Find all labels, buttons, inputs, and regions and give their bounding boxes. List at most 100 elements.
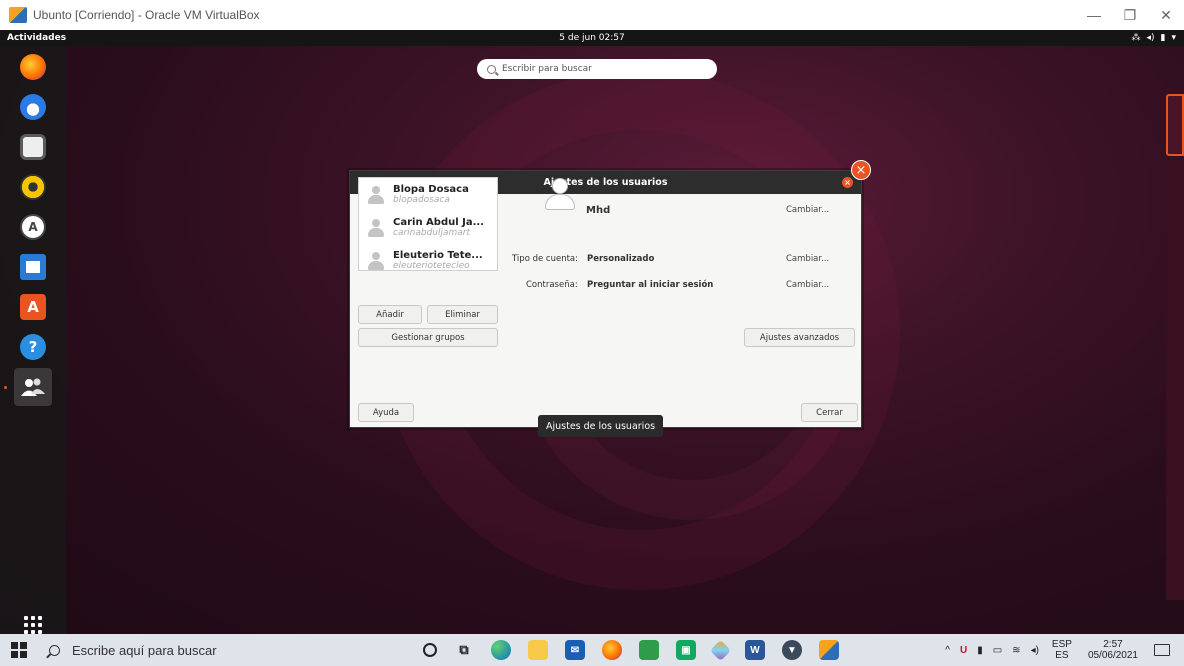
advanced-settings-button[interactable]: Ajustes avanzados: [744, 328, 855, 347]
windows-start-icon[interactable]: [11, 642, 27, 658]
users-settings-dialog: Ajustes de los usuarios × Blopa Dosaca b…: [349, 170, 862, 428]
manage-groups-button[interactable]: Gestionar grupos: [358, 328, 498, 347]
firefox-icon: [20, 54, 46, 80]
battery-icon[interactable]: ▮: [1161, 33, 1166, 43]
virtualbox-icon[interactable]: [819, 640, 839, 660]
close-window-button[interactable]: ✕: [1148, 7, 1184, 24]
clock-date: 05/06/2021: [1087, 650, 1138, 661]
dock-rhythmbox[interactable]: [14, 168, 52, 206]
gnome-top-bar: Actividades 5 de jun 02:57 ⁂ ◂) ▮ ▾: [0, 30, 1184, 46]
avatar-icon: [367, 185, 385, 204]
dock-software[interactable]: A: [14, 208, 52, 246]
edge-icon[interactable]: [491, 640, 511, 660]
system-menu-chevron-icon[interactable]: ▾: [1171, 33, 1176, 43]
user-list-item[interactable]: Carin Abdul Ja... carinabduljamart: [359, 211, 497, 244]
dock-files[interactable]: [14, 128, 52, 166]
search-icon: [487, 64, 496, 74]
chevron-up-icon[interactable]: ^: [945, 645, 950, 656]
ubuntu-dock: A A ?: [0, 46, 66, 634]
app-icon-2[interactable]: [709, 639, 732, 661]
notifications-icon[interactable]: [1154, 644, 1170, 656]
dock-running-indicator: [4, 386, 7, 389]
dock-app-store[interactable]: A: [14, 288, 52, 326]
search-placeholder: Escribir para buscar: [502, 64, 592, 74]
cortana-icon[interactable]: [423, 643, 437, 657]
show-applications-button[interactable]: [14, 606, 52, 634]
user-list[interactable]: Blopa Dosaca blopadosaca Carin Abdul Ja.…: [358, 177, 498, 271]
app-icon[interactable]: ▣: [676, 640, 696, 660]
taskbar-apps: ⧉ ✉ ▣ W ▼: [423, 639, 839, 661]
topbar-clock[interactable]: 5 de jun 02:57: [0, 33, 1184, 43]
selected-user-name: Mhd: [586, 205, 611, 216]
change-password-button[interactable]: Cambiar...: [786, 280, 829, 290]
show-apps-icon: [24, 616, 42, 634]
microphone-icon[interactable]: ▮: [977, 645, 983, 656]
avatar-icon: [367, 251, 385, 270]
network-icon[interactable]: ⁂: [1131, 33, 1140, 43]
password-value: Preguntar al iniciar sesión: [587, 280, 714, 290]
overview-window-close-icon[interactable]: ×: [851, 160, 871, 180]
user-list-item[interactable]: Blopa Dosaca blopadosaca: [359, 178, 497, 211]
wifi-icon[interactable]: ≋: [1012, 645, 1020, 656]
antivirus-icon[interactable]: U: [960, 645, 967, 656]
help-button[interactable]: Ayuda: [358, 403, 414, 422]
word-icon[interactable]: W: [745, 640, 765, 660]
photos-icon[interactable]: [639, 640, 659, 660]
windows-system-tray: ^ U ▮ ▭ ≋ ◂) ESP ES 2:57 05/06/2021: [940, 634, 1184, 666]
language-code: ESP: [1051, 639, 1072, 650]
dock-writer[interactable]: [14, 248, 52, 286]
dock-firefox[interactable]: [14, 48, 52, 86]
activities-search-input[interactable]: Escribir para buscar: [477, 59, 717, 79]
remove-user-button[interactable]: Eliminar: [427, 305, 498, 324]
avatar-icon: [367, 218, 385, 237]
user-login: eleuteriotetecleo: [393, 260, 470, 271]
software-center-icon: A: [20, 214, 46, 240]
user-login: carinabduljamart: [393, 227, 471, 238]
workspace-thumbnail[interactable]: [1166, 94, 1184, 156]
change-account-type-button[interactable]: Cambiar...: [786, 254, 829, 264]
rhythmbox-icon: [20, 174, 46, 200]
user-name: Blopa Dosaca: [393, 183, 469, 195]
help-icon: ?: [20, 334, 46, 360]
taskbar-search-placeholder: Escribe aquí para buscar: [72, 642, 217, 658]
writer-icon: [20, 254, 46, 280]
account-type-value: Personalizado: [587, 254, 655, 264]
taskbar-clock[interactable]: 2:57 05/06/2021: [1088, 639, 1138, 661]
mail-icon[interactable]: ✉: [565, 640, 585, 660]
restore-button[interactable]: ❐: [1112, 7, 1148, 24]
user-login: blopadosaca: [393, 194, 450, 205]
task-view-icon[interactable]: ⧉: [454, 640, 474, 660]
language-indicator[interactable]: ESP ES: [1052, 639, 1072, 661]
close-dialog-button[interactable]: Cerrar: [801, 403, 858, 422]
files-icon: [20, 134, 46, 160]
change-name-button[interactable]: Cambiar...: [786, 205, 829, 215]
vpn-icon[interactable]: ▼: [782, 640, 802, 660]
account-type-label: Tipo de cuenta:: [512, 254, 578, 264]
battery-icon[interactable]: ▭: [993, 645, 1002, 656]
dialog-close-icon[interactable]: ×: [842, 177, 853, 188]
dock-thunderbird[interactable]: [14, 88, 52, 126]
dock-help[interactable]: ?: [14, 328, 52, 366]
clock-time: 2:57: [1103, 639, 1123, 650]
user-name: Carin Abdul Ja...: [393, 216, 484, 228]
host-window-titlebar: Ubunto [Corriendo] - Oracle VM VirtualBo…: [0, 0, 1184, 30]
firefox-icon[interactable]: [602, 640, 622, 660]
host-window-title: Ubunto [Corriendo] - Oracle VM VirtualBo…: [33, 8, 260, 22]
user-list-item[interactable]: Eleuterio Tete... eleuteriotetecleo: [359, 244, 497, 271]
minimize-button[interactable]: —: [1076, 7, 1112, 23]
volume-icon[interactable]: ◂): [1146, 33, 1154, 43]
windows-taskbar: Escribe aquí para buscar ⧉ ✉ ▣ W ▼ ^ U ▮…: [0, 634, 1184, 666]
app-store-icon: A: [20, 294, 46, 320]
volume-icon[interactable]: ◂): [1031, 645, 1039, 656]
dock-users[interactable]: [14, 368, 52, 406]
file-explorer-icon[interactable]: [528, 640, 548, 660]
taskbar-search-box[interactable]: Escribe aquí para buscar: [39, 634, 309, 666]
user-name: Eleuterio Tete...: [393, 249, 483, 261]
selected-user-avatar[interactable]: [543, 177, 575, 210]
password-label: Contraseña:: [526, 280, 578, 290]
virtualbox-logo-icon: [9, 7, 27, 23]
system-tray[interactable]: ⁂ ◂) ▮ ▾: [1131, 33, 1176, 43]
keyboard-layout: ES: [1055, 650, 1069, 661]
workspace-thumbnail-2[interactable]: [1166, 160, 1184, 600]
add-user-button[interactable]: Añadir: [358, 305, 422, 324]
